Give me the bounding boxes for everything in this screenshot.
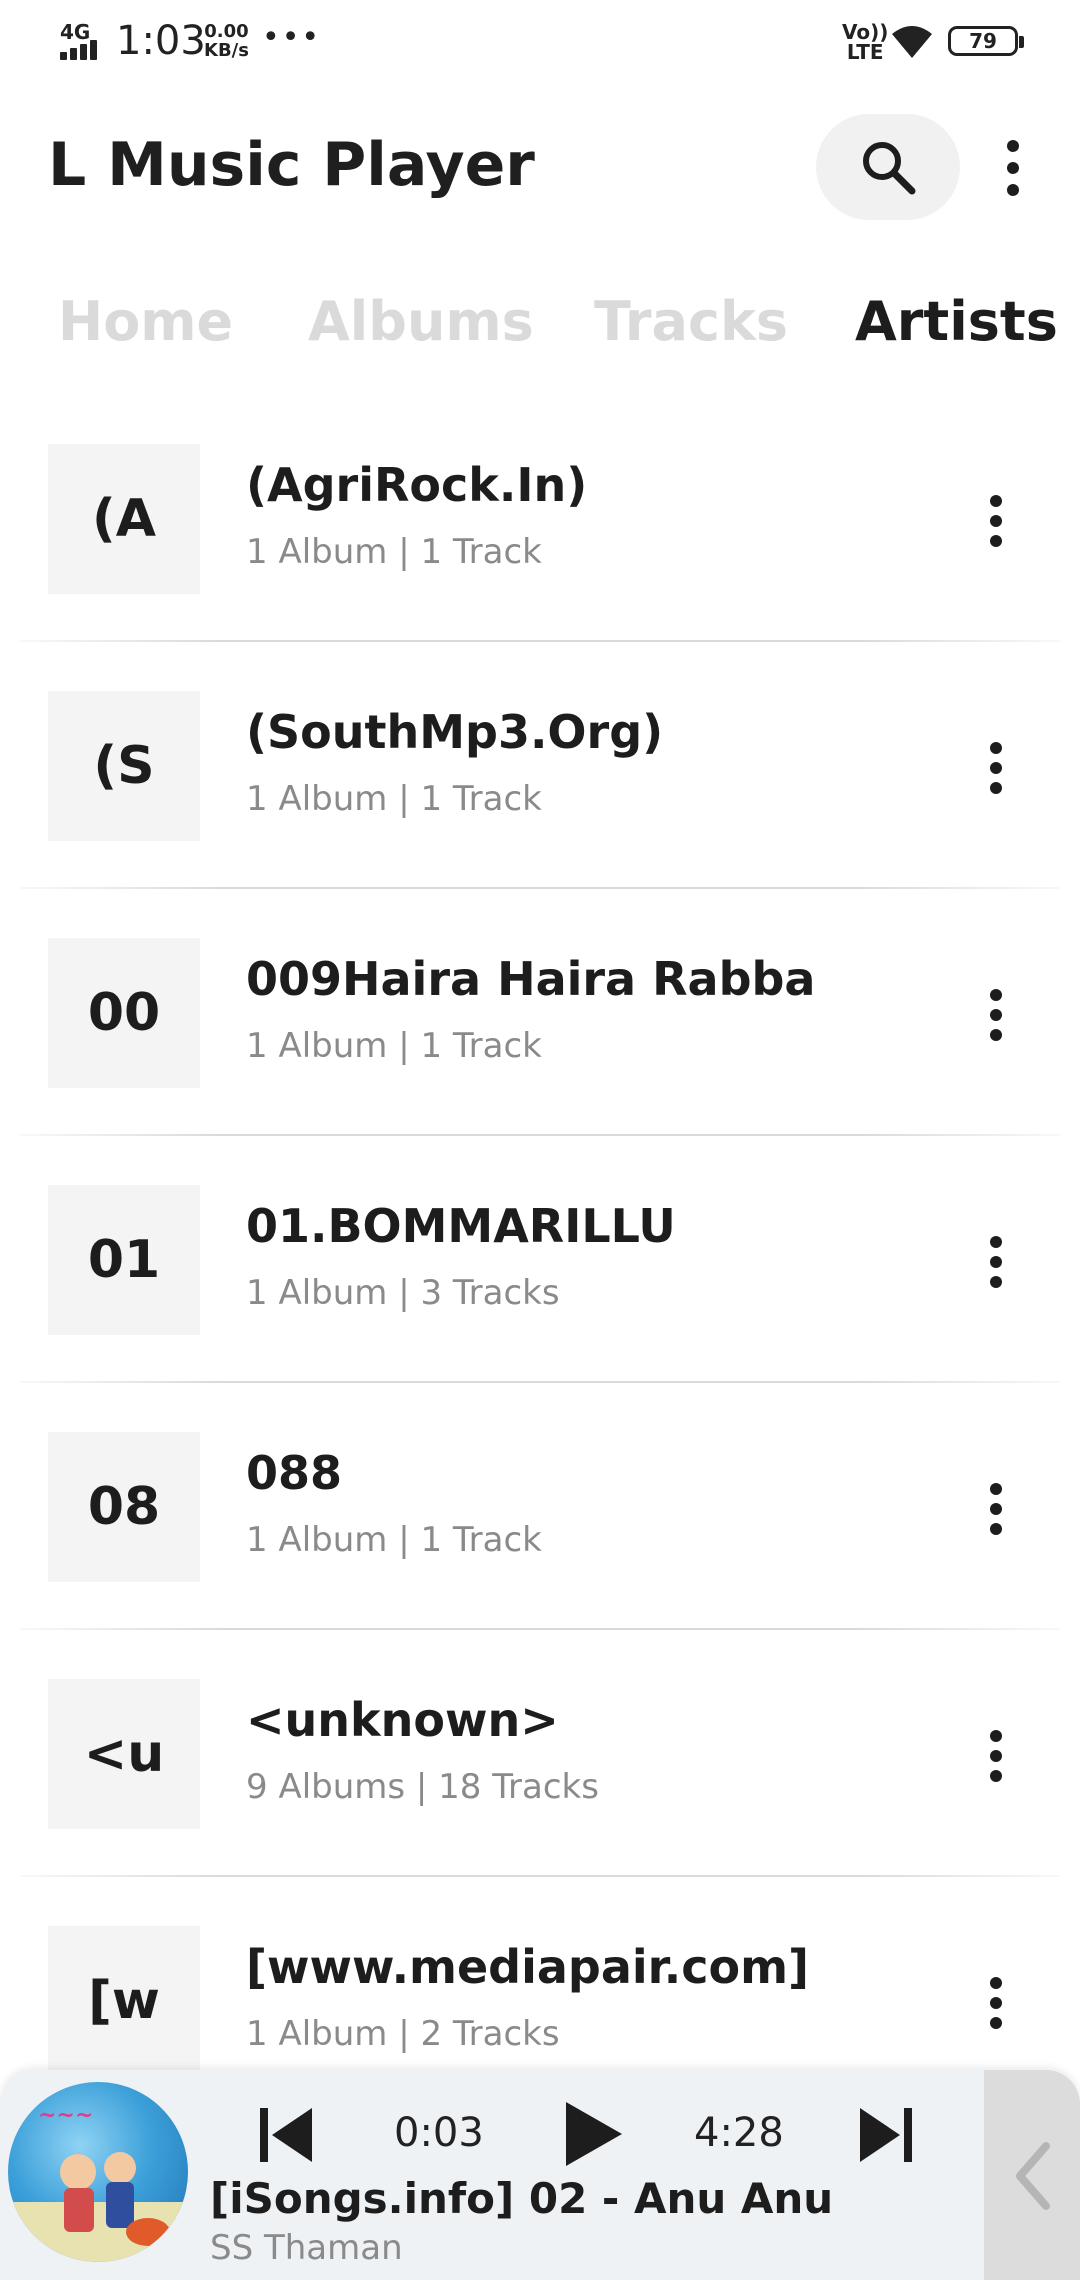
search-button[interactable] (816, 114, 960, 220)
artist-meta: 1 Album | 2 Tracks (246, 2014, 560, 2054)
signal-icon (60, 38, 104, 60)
divider (20, 887, 1060, 889)
skip-next-icon[interactable] (856, 2100, 916, 2170)
divider (20, 640, 1060, 642)
battery-icon: 79 (948, 26, 1024, 56)
more-vert-icon (990, 495, 1002, 547)
artist-thumbnail: <u (48, 1679, 200, 1829)
artist-name: 009Haira Haira Rabba (246, 952, 816, 1006)
total-time: 4:28 (694, 2110, 784, 2156)
artist-meta: 1 Album | 1 Track (246, 1520, 542, 1560)
chevron-left-icon (1016, 2142, 1050, 2210)
artist-thumbnail: (S (48, 691, 200, 841)
artist-menu-button[interactable] (970, 733, 1022, 803)
speed-value: 0.00 (204, 21, 249, 42)
search-icon (863, 142, 916, 195)
artist-row[interactable]: 00 009Haira Haira Rabba 1 Album | 1 Trac… (0, 890, 1080, 1136)
volte-icon: Vo)) LTE (842, 22, 888, 62)
artist-menu-button[interactable] (970, 486, 1022, 556)
artist-row[interactable]: (A (AgriRock.In) 1 Album | 1 Track (0, 396, 1080, 642)
artist-name: (AgriRock.In) (246, 458, 588, 512)
more-vert-icon (1007, 140, 1019, 196)
overflow-menu-button[interactable] (988, 128, 1038, 208)
artist-row[interactable]: <u <unknown> 9 Albums | 18 Tracks (0, 1631, 1080, 1877)
artist-name: [www.mediapair.com] (246, 1940, 810, 1994)
artist-name: 01.BOMMARILLU (246, 1199, 676, 1253)
artist-thumbnail: 08 (48, 1432, 200, 1582)
album-art[interactable]: ~~~ (8, 2082, 188, 2262)
svg-text:~~~: ~~~ (38, 2102, 93, 2128)
divider (20, 1628, 1060, 1630)
tab-artists[interactable]: Artists (855, 290, 1058, 353)
more-notifications-icon: ••• (262, 20, 322, 55)
artist-meta: 1 Album | 1 Track (246, 532, 542, 572)
more-vert-icon (990, 742, 1002, 794)
divider (20, 1875, 1060, 1877)
artist-meta: 1 Album | 3 Tracks (246, 1273, 560, 1313)
artist-thumbnail: [w (48, 1926, 200, 2076)
more-vert-icon (990, 1977, 1002, 2029)
more-vert-icon (990, 1236, 1002, 1288)
more-vert-icon (990, 989, 1002, 1041)
mini-player[interactable]: ~~~ 0:03 4:28 [iSongs.info] 02 - Anu Anu… (0, 2070, 1080, 2280)
current-time: 0:03 (394, 2110, 484, 2156)
tab-albums[interactable]: Albums (308, 290, 534, 353)
skip-previous-icon[interactable] (256, 2100, 316, 2170)
artist-menu-button[interactable] (970, 1474, 1022, 1544)
more-vert-icon (990, 1730, 1002, 1782)
now-playing-title: [iSongs.info] 02 - Anu Anu (210, 2174, 834, 2223)
tab-home[interactable]: Home (58, 290, 233, 353)
collapse-handle[interactable] (984, 2070, 1080, 2280)
artist-thumbnail: 01 (48, 1185, 200, 1335)
network-speed: 0.00 KB/s (204, 22, 249, 60)
volte-top: Vo)) (842, 20, 889, 44)
artist-meta: 1 Album | 1 Track (246, 1026, 542, 1066)
artist-name: 088 (246, 1446, 343, 1500)
artist-row[interactable]: 01 01.BOMMARILLU 1 Album | 3 Tracks (0, 1137, 1080, 1383)
artist-thumbnail: 00 (48, 938, 200, 1088)
artist-name: (SouthMp3.Org) (246, 705, 664, 759)
speed-unit: KB/s (204, 40, 249, 61)
play-icon[interactable] (558, 2096, 628, 2172)
clock: 1:03 (116, 18, 206, 64)
artist-meta: 1 Album | 1 Track (246, 779, 542, 819)
album-art-image: ~~~ (8, 2102, 188, 2262)
artist-menu-button[interactable] (970, 980, 1022, 1050)
artist-menu-button[interactable] (970, 1968, 1022, 2038)
artist-row[interactable]: 08 088 1 Album | 1 Track (0, 1384, 1080, 1630)
artist-name: <unknown> (246, 1693, 559, 1747)
divider (20, 1134, 1060, 1136)
more-vert-icon (990, 1483, 1002, 1535)
wifi-icon (892, 26, 932, 58)
volte-bottom: LTE (846, 40, 884, 64)
status-bar: 4G 1:03 0.00 KB/s ••• Vo)) LTE 79 (0, 0, 1080, 84)
artist-thumbnail: (A (48, 444, 200, 594)
divider (20, 1381, 1060, 1383)
artist-menu-button[interactable] (970, 1721, 1022, 1791)
tab-tracks[interactable]: Tracks (594, 290, 788, 353)
artist-row[interactable]: (S (SouthMp3.Org) 1 Album | 1 Track (0, 643, 1080, 889)
now-playing-artist: SS Thaman (210, 2228, 403, 2268)
app-title: L Music Player (48, 130, 535, 200)
artist-meta: 9 Albums | 18 Tracks (246, 1767, 599, 1807)
artist-menu-button[interactable] (970, 1227, 1022, 1297)
